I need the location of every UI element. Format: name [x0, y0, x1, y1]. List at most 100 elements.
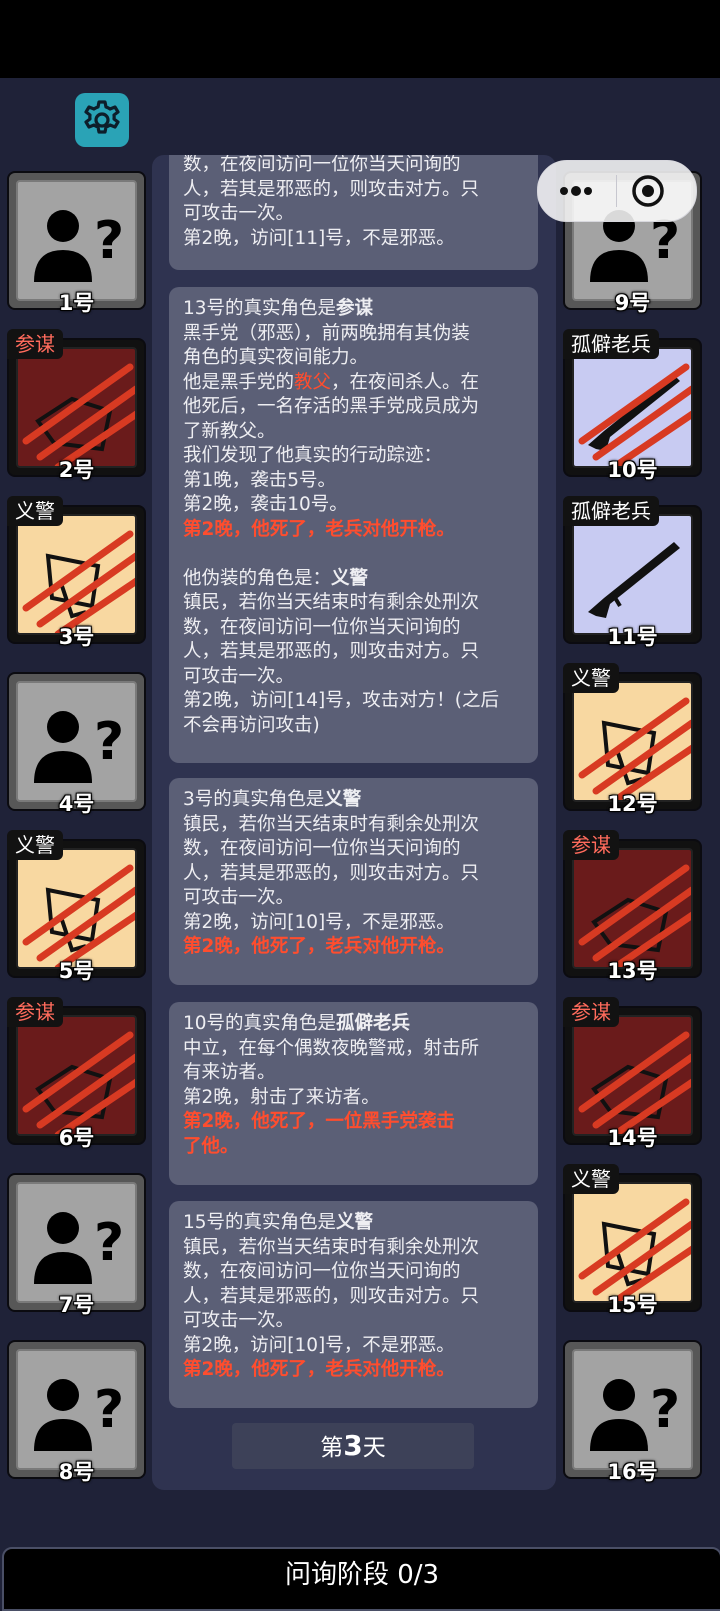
log-line: 角色的真实夜间能力。: [183, 347, 369, 368]
log-message: 3号的真实角色是义警 镇民，若你当天结束时有剩余处刑次 数，在夜间访问一位你当天…: [169, 778, 538, 985]
player-card-16[interactable]: ? 16号: [563, 1340, 702, 1484]
player-number: 15号: [607, 1293, 658, 1317]
role-tag: 参谋: [563, 997, 619, 1027]
log-line: 人，若其是邪恶的，则攻击对方。只: [183, 178, 480, 200]
day-number: 3: [343, 1429, 363, 1462]
player-card-12[interactable]: 义警 12号: [563, 663, 702, 816]
player-card-14[interactable]: 参谋 14号: [563, 997, 702, 1150]
player-card-11[interactable]: 孤僻老兵 11号: [563, 496, 702, 649]
player-number: 1号: [58, 291, 95, 315]
role-tag: 孤僻老兵: [563, 496, 659, 526]
log-line: 可攻击一次。: [183, 1310, 295, 1331]
player-card-5[interactable]: 义警 5号: [7, 830, 146, 983]
log-title: 13号的真实角色是参谋: [183, 298, 374, 319]
log-message: 数，在夜间访问一位你当天问询的 人，若其是邪恶的，则攻击对方。只 可攻击一次。 …: [169, 155, 538, 270]
phase-label: 问询阶段 0/3: [284, 1560, 440, 1590]
player-card-6[interactable]: 参谋 6号: [7, 997, 146, 1150]
mini-program-capsule: [537, 160, 697, 222]
player-number: 4号: [58, 792, 95, 816]
log-title: 3号的真实角色是义警: [183, 789, 362, 810]
svg-text:?: ?: [94, 712, 124, 772]
log-line: 第2晚，访问[11]号，不是邪恶。: [183, 227, 455, 249]
role-tag: 参谋: [563, 830, 619, 860]
log-line: 人，若其是邪恶的，则攻击对方。只: [183, 1285, 480, 1307]
unknown-person-icon: ?: [590, 1379, 680, 1451]
player-number: 10号: [607, 458, 658, 482]
settings-button[interactable]: [75, 93, 129, 147]
log-line: 第2晚，访问[14]号，攻击对方！(之后: [183, 690, 499, 711]
svg-text:?: ?: [650, 1380, 680, 1440]
role-tag: 参谋: [7, 329, 63, 359]
unknown-person-icon: ?: [34, 210, 124, 282]
phase-status-bar: 问询阶段 0/3: [2, 1547, 720, 1611]
log-title: 15号的真实角色是义警: [183, 1212, 374, 1233]
more-icon[interactable]: [556, 179, 600, 203]
role-tag: 义警: [7, 830, 63, 860]
log-message: 13号的真实角色是参谋 黑手党（邪恶），前两晚拥有其伪装 角色的真实夜间能力。 …: [169, 287, 538, 763]
player-card-1[interactable]: ? 1号: [7, 171, 146, 315]
player-card-13[interactable]: 参谋 13号: [563, 830, 702, 983]
player-number: 3号: [58, 625, 95, 649]
day-prefix: 第: [320, 1435, 344, 1461]
player-number: 7号: [58, 1293, 95, 1317]
log-line: 了新教父。: [183, 420, 276, 442]
unknown-person-icon: ?: [34, 711, 124, 783]
player-number: 2号: [58, 458, 95, 482]
player-number: 13号: [607, 959, 658, 983]
role-tag: 义警: [563, 1164, 619, 1194]
log-line: 镇民，若你当天结束时有剩余处刑次: [183, 592, 480, 613]
log-line: 数，在夜间访问一位你当天问询的: [183, 155, 461, 175]
player-card-3[interactable]: 义警 3号: [7, 496, 146, 649]
veteran-dead-icon: [578, 363, 691, 466]
capsule-divider: [616, 175, 617, 207]
player-number: 6号: [58, 1126, 95, 1150]
player-number: 9号: [614, 291, 651, 315]
unknown-person-icon: ?: [34, 1379, 124, 1451]
log-line: 可攻击一次。: [183, 665, 295, 687]
player-number: 11号: [607, 625, 658, 649]
death-line: 第2晚，他死了，老兵对他开枪。: [183, 1359, 455, 1380]
log-line: 第2晚，访问[10]号，不是邪恶。: [183, 1334, 455, 1356]
player-number: 8号: [58, 1460, 95, 1484]
death-line: 第2晚，他死了，老兵对他开枪。: [183, 936, 455, 957]
log-title: 他伪装的角色是：义警: [183, 567, 369, 589]
log-line: 可攻击一次。: [183, 887, 295, 908]
role-tag: 义警: [563, 663, 619, 693]
log-panel[interactable]: 数，在夜间访问一位你当天问询的 人，若其是邪恶的，则攻击对方。只 可攻击一次。 …: [152, 155, 556, 1490]
player-card-7[interactable]: ? 7号: [7, 1173, 146, 1317]
role-tag: 义警: [7, 496, 63, 526]
strategist-dead-icon: [578, 864, 691, 967]
log-line: 他死后，一名存活的黑手党成员成为: [183, 396, 480, 417]
player-card-10[interactable]: 孤僻老兵 10号: [563, 329, 702, 482]
death-line: 第2晚，他死了，老兵对他开枪。: [183, 518, 455, 540]
log-line: 镇民，若你当天结束时有剩余处刑次: [183, 813, 480, 835]
strategist-dead-icon: [578, 1031, 691, 1134]
rifle-icon: [588, 542, 680, 618]
close-target-icon[interactable]: [630, 173, 666, 209]
log-line: 他是黑手党的教父，在夜间杀人。在: [183, 371, 480, 393]
log-line: 第2晚，射击了来访者。: [183, 1086, 380, 1108]
log-line: 有来访者。: [183, 1062, 276, 1083]
player-card-15[interactable]: 义警 15号: [563, 1164, 702, 1317]
player-number: 14号: [607, 1126, 658, 1150]
vigilante-dead-icon: [578, 697, 691, 800]
log-line: 黑手党（邪恶），前两晚拥有其伪装: [183, 322, 470, 344]
player-number: 12号: [607, 792, 658, 816]
player-card-4[interactable]: ? 4号: [7, 672, 146, 816]
log-line: 数，在夜间访问一位你当天问询的: [183, 838, 461, 859]
log-line: 可攻击一次。: [183, 203, 295, 224]
log-line: 镇民，若你当天结束时有剩余处刑次: [183, 1236, 480, 1258]
log-line: 数，在夜间访问一位你当天问询的: [183, 1261, 461, 1282]
svg-text:?: ?: [94, 211, 124, 271]
log-title: 10号的真实角色是孤僻老兵: [183, 1013, 411, 1034]
svg-text:?: ?: [94, 1380, 124, 1440]
top-status-bar: [0, 0, 720, 78]
player-card-2[interactable]: 参谋 2号: [7, 329, 146, 482]
log-line: 第2晚，访问[10]号，不是邪恶。: [183, 911, 455, 933]
player-card-8[interactable]: ? 8号: [7, 1340, 146, 1484]
player-number: 5号: [58, 959, 95, 983]
player-number: 16号: [607, 1460, 658, 1484]
svg-text:?: ?: [94, 1213, 124, 1273]
day-suffix: 天: [362, 1435, 386, 1461]
